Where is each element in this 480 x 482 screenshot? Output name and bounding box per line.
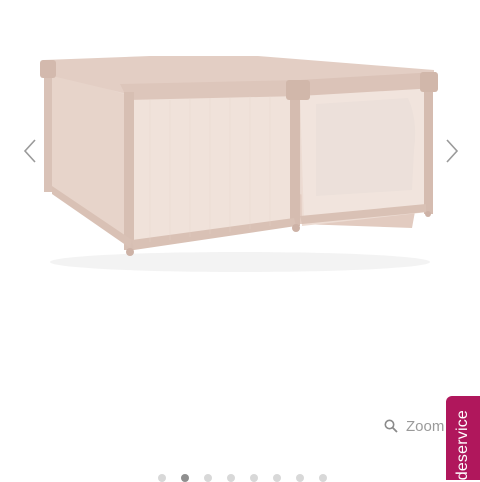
customer-service-label: deservice (454, 409, 471, 480)
pagination-dot[interactable] (204, 474, 212, 482)
pagination-dot[interactable] (296, 474, 304, 482)
zoom-button[interactable]: Zoom (384, 414, 444, 438)
pagination-dot[interactable] (181, 474, 189, 482)
product-image-playpen (40, 56, 438, 272)
pagination-dot[interactable] (158, 474, 166, 482)
chevron-left-icon (23, 139, 36, 163)
pagination-dot[interactable] (273, 474, 281, 482)
next-image-button[interactable] (438, 134, 466, 168)
pagination-dot[interactable] (227, 474, 235, 482)
previous-image-button[interactable] (16, 134, 44, 168)
product-gallery: Zoom (0, 0, 480, 460)
chevron-right-icon (446, 139, 459, 163)
pagination-dot[interactable] (319, 474, 327, 482)
zoom-label: Zoom (406, 417, 445, 435)
pagination-dot[interactable] (250, 474, 258, 482)
magnifier-icon (384, 419, 398, 433)
customer-service-tab[interactable]: deservice (446, 396, 480, 480)
image-pagination-dots (158, 474, 327, 482)
